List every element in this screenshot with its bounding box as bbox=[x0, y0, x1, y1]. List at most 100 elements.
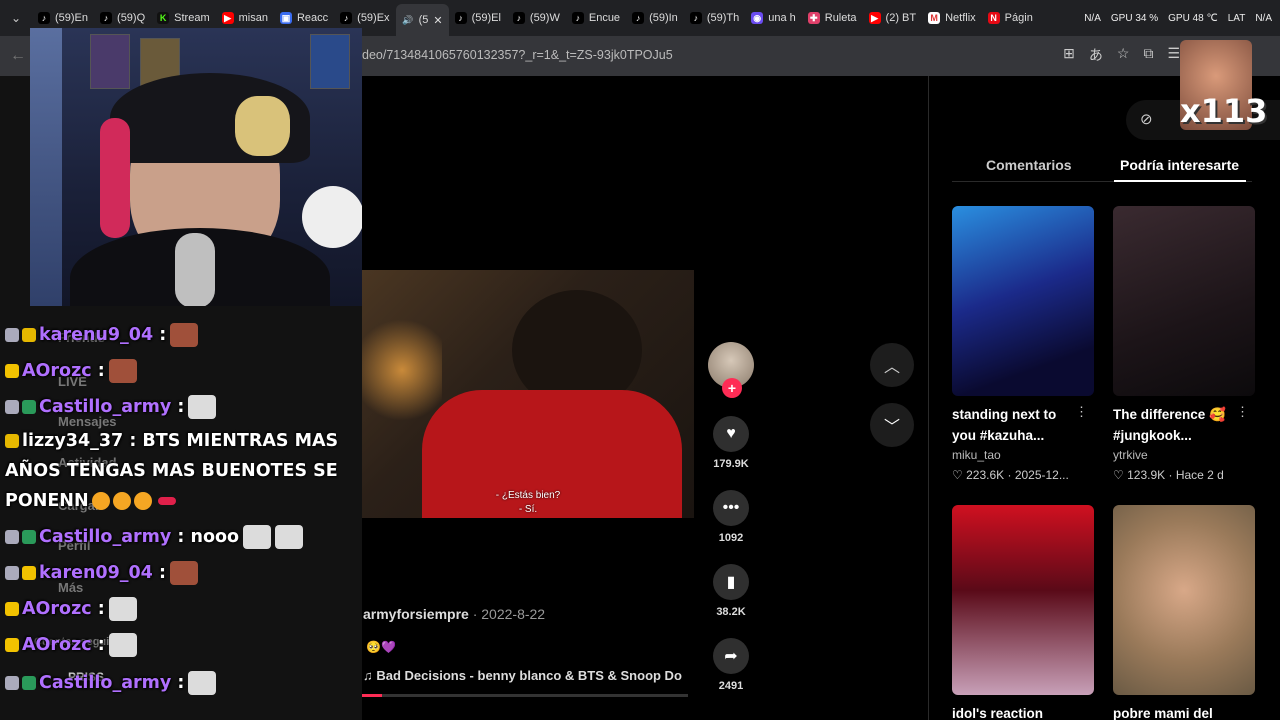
chat-separator: : bbox=[91, 599, 105, 619]
video-player[interactable]: - ¿Estás bien? - Sí. bbox=[362, 270, 694, 518]
gg-badge-icon bbox=[22, 400, 36, 414]
more-options-icon[interactable]: ⋮ bbox=[1075, 404, 1088, 420]
browser-tab[interactable]: N Págin bbox=[982, 4, 1039, 32]
tiktok-icon: ♪ bbox=[454, 12, 467, 24]
chat-message: karenu9_04 : bbox=[5, 320, 199, 350]
browser-tab-label: Ruleta bbox=[824, 12, 857, 24]
card-author[interactable]: miku_tao bbox=[952, 448, 1094, 462]
browser-tab[interactable]: ♪ (59)In bbox=[626, 4, 684, 32]
face-emote-icon bbox=[170, 323, 199, 347]
suggested-card[interactable]: standing next to you #kazuha... ⋮ miku_t… bbox=[952, 206, 1094, 482]
favorite-star-icon[interactable]: ☆ bbox=[1117, 45, 1130, 65]
card-title[interactable]: idol's reaction bbox=[952, 703, 1082, 720]
browser-tab[interactable]: ♪ Encue bbox=[566, 4, 626, 32]
webcam-wall-poster bbox=[90, 34, 130, 89]
webcam-headphones bbox=[100, 118, 130, 238]
active-tab-underline bbox=[1114, 180, 1246, 182]
chat-username: AOrozc bbox=[22, 361, 92, 381]
face-emote-icon bbox=[169, 561, 198, 585]
translate-icon[interactable]: あ bbox=[1089, 45, 1103, 65]
browser-tab-label: (5 bbox=[418, 14, 429, 26]
share-arrow-icon[interactable]: ➦ bbox=[713, 638, 749, 674]
browser-tab[interactable]: ♪ (59)El bbox=[449, 4, 507, 32]
extensions-icon[interactable]: ⧉ bbox=[1143, 45, 1153, 65]
browser-tab-label: Stream bbox=[174, 12, 210, 24]
tiktok-icon: ♪ bbox=[512, 12, 525, 24]
next-video-chevron-down-icon[interactable]: ﹀ bbox=[870, 403, 914, 447]
browser-tab[interactable]: ▶ (2) BT bbox=[863, 4, 923, 32]
suggested-card[interactable]: The difference 🥰 #jungkook... ⋮ ytrkive … bbox=[1113, 206, 1255, 482]
browser-tab-label: (59)Q bbox=[117, 12, 146, 24]
more-options-icon[interactable]: ⋮ bbox=[1236, 404, 1249, 420]
close-tab-icon[interactable]: ✕ bbox=[433, 14, 442, 27]
browser-tab-label: una h bbox=[768, 12, 796, 24]
card-stats: ♡ 123.9K · Hace 2 d bbox=[1113, 468, 1224, 482]
chat-username: karenu9_04 bbox=[39, 325, 154, 345]
suggested-card[interactable]: idol's reaction bbox=[952, 505, 1094, 720]
tab-list-chevron-icon[interactable]: ⌄ bbox=[0, 0, 32, 36]
browser-tab-label: (59)W bbox=[529, 12, 560, 24]
tab-comments[interactable]: Comentarios bbox=[986, 157, 1072, 173]
moderator-badge-icon bbox=[5, 530, 19, 544]
browser-tab[interactable]: ◉ una h bbox=[745, 4, 802, 32]
browser-tab[interactable]: ✚ Ruleta bbox=[802, 4, 863, 32]
heart-icon[interactable]: ♥ bbox=[713, 416, 749, 452]
vip-badge-icon bbox=[22, 328, 36, 342]
save-action[interactable]: ▮ 38.2K bbox=[708, 564, 754, 618]
webcam-cap-logo bbox=[235, 96, 290, 156]
tiktok-icon: ♪ bbox=[571, 12, 584, 24]
chat-username: karen09_04 bbox=[39, 563, 153, 583]
video-progress-bar[interactable] bbox=[362, 694, 688, 697]
moderator-badge-icon bbox=[5, 566, 19, 580]
tab-suggested[interactable]: Podría interesarte bbox=[1120, 157, 1239, 173]
chat-separator: : bbox=[91, 361, 105, 381]
card-thumbnail[interactable] bbox=[1113, 505, 1255, 695]
browser-tab[interactable]: M Netflix bbox=[922, 4, 982, 32]
card-thumbnail[interactable] bbox=[952, 206, 1094, 396]
chat-separator: : bbox=[152, 563, 166, 583]
gg-badge-icon bbox=[22, 530, 36, 544]
previous-video-chevron-up-icon[interactable]: ︿ bbox=[870, 343, 914, 387]
chat-message: AOrozc : bbox=[5, 630, 137, 660]
browser-tab-label: (59)El bbox=[471, 12, 501, 24]
emote-counter-overlay: x113 bbox=[1180, 40, 1267, 130]
share-count: 2491 bbox=[718, 680, 744, 692]
tiktok-icon: ♪ bbox=[340, 12, 353, 24]
like-action[interactable]: ♥ 179.9K bbox=[708, 416, 754, 470]
browser-tab[interactable]: ♪ (59)Th bbox=[684, 4, 745, 32]
music-link[interactable]: ♫ Bad Decisions - benny blanco & BTS & S… bbox=[363, 668, 683, 683]
tiktok-icon: ♪ bbox=[689, 12, 702, 24]
suggested-card[interactable]: pobre mami del bbox=[1113, 505, 1255, 720]
collections-icon[interactable]: ☰ bbox=[1167, 45, 1180, 65]
card-title[interactable]: pobre mami del bbox=[1113, 703, 1243, 720]
browser-tab[interactable]: ♪ (59)W bbox=[507, 4, 566, 32]
card-thumbnail[interactable] bbox=[1113, 206, 1255, 396]
follow-plus-icon[interactable]: + bbox=[722, 378, 742, 398]
comment-action[interactable]: ••• 1092 bbox=[708, 490, 754, 544]
card-author[interactable]: ytrkive bbox=[1113, 448, 1255, 462]
browser-tab-label: Netflix bbox=[945, 12, 976, 24]
tiktok-icon: ♪ bbox=[38, 12, 50, 24]
chat-message: Castillo_army : bbox=[5, 392, 217, 422]
comment-icon[interactable]: ••• bbox=[713, 490, 749, 526]
card-title[interactable]: standing next to you #kazuha... bbox=[952, 404, 1082, 446]
author-name[interactable]: armyforsiempre bbox=[363, 606, 469, 622]
card-thumbnail[interactable] bbox=[952, 505, 1094, 695]
url-field[interactable]: deo/7134841065760132357?_r=1&_t=ZS-93jk0… bbox=[362, 48, 673, 62]
browser-tab[interactable]: 🔊 (5 ✕ bbox=[395, 4, 449, 36]
share-action[interactable]: ➦ 2491 bbox=[708, 638, 754, 692]
chat-username: lizzy34_37 bbox=[22, 431, 124, 451]
app-available-icon[interactable]: ⊞ bbox=[1063, 45, 1075, 65]
card-title[interactable]: The difference 🥰 #jungkook... bbox=[1113, 404, 1243, 446]
creator-avatar[interactable]: + bbox=[708, 342, 754, 398]
browser-tab-label: (59)Th bbox=[706, 12, 740, 24]
chat-icon: ◉ bbox=[751, 12, 764, 24]
address-bar-actions: ⊞ あ ☆ ⧉ ☰ bbox=[1063, 45, 1180, 65]
compass-icon[interactable]: ⊘ bbox=[1140, 110, 1153, 128]
browser-tab-label: (2) BT bbox=[885, 12, 917, 24]
bookmark-icon[interactable]: ▮ bbox=[713, 564, 749, 600]
video-author-line: armyforsiempre · 2022-8-22 bbox=[363, 606, 545, 622]
heart-outline-icon: ♡ bbox=[952, 468, 967, 482]
chat-username: AOrozc bbox=[22, 599, 92, 619]
chat-separator: : bbox=[171, 673, 185, 693]
